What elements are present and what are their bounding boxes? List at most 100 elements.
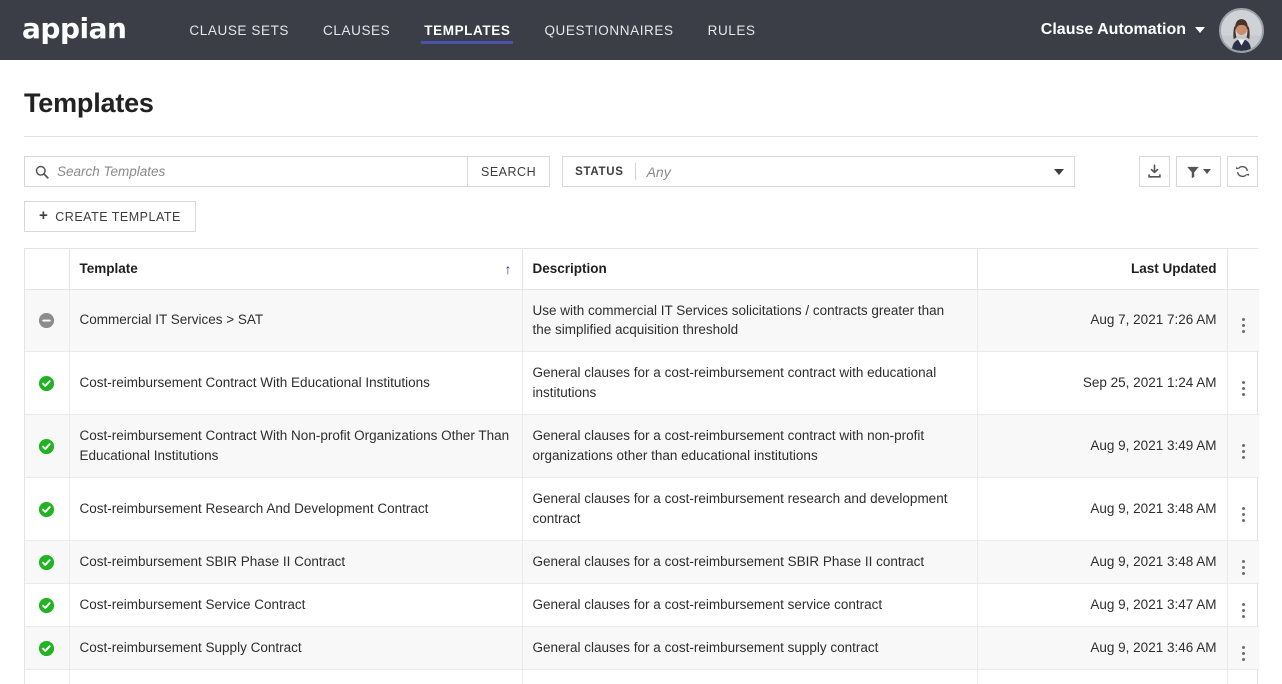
table-row[interactable]: Cost-reimbursement Supply Contract Genera… (25, 626, 1259, 671)
more-options-icon (1241, 603, 1245, 619)
nav-link-clauses[interactable]: CLAUSES (306, 0, 407, 60)
nav-link-questionnaires[interactable]: QUESTIONNAIRES (527, 0, 690, 60)
column-header-template[interactable]: Template ↑ (69, 249, 523, 290)
check-circle-icon (39, 502, 55, 518)
search-button[interactable]: SEARCH (467, 156, 551, 187)
check-circle-icon (39, 439, 55, 455)
row-last-updated: Aug 9, 2021 3:48 AM (977, 540, 1228, 585)
table-row[interactable]: Cost-reimbursement Contract With Non-pro… (25, 414, 1259, 479)
templates-table: Template ↑ Description Last Updated Comm… (25, 249, 1259, 684)
more-options-icon (1241, 560, 1245, 576)
row-template-name[interactable]: Cost-reimbursement Supply Contract (69, 626, 523, 671)
appian-logo[interactable]: appian (22, 15, 127, 43)
avatar[interactable] (1219, 7, 1264, 53)
row-last-updated: Aug 9, 2021 3:46 AM (977, 626, 1228, 671)
more-options-icon (1241, 646, 1245, 662)
top-navigation-bar: appian CLAUSE SETS CLAUSES TEMPLATES QUESTI… (0, 0, 1282, 60)
row-last-updated: Aug 9, 2021 3:48 AM (977, 477, 1228, 542)
row-actions-menu-button[interactable] (1227, 351, 1259, 416)
row-description: General clauses for a cost-reimbursement… (522, 626, 978, 671)
check-circle-icon (39, 555, 55, 571)
row-status-cell (25, 626, 70, 671)
templates-table-container: Template ↑ Description Last Updated Comm… (24, 248, 1259, 684)
row-status-cell (25, 669, 70, 684)
status-filter-separator (634, 163, 636, 180)
nav-link-templates[interactable]: TEMPLATES (407, 0, 527, 60)
row-actions-menu-button[interactable] (1227, 414, 1259, 479)
toolbar-icon-buttons (1139, 156, 1258, 187)
export-button[interactable] (1139, 156, 1170, 187)
table-row[interactable]: Cost-reimbursement Research And Developm… (25, 477, 1259, 542)
table-row[interactable]: Cost-reimbursement Service Contract Gener… (25, 583, 1259, 628)
check-circle-icon (39, 641, 55, 657)
table-row[interactable]: Cost-reimbursement SBIR Phase II Contrac… (25, 540, 1259, 585)
row-actions-menu-button[interactable] (1227, 289, 1259, 353)
row-last-updated: Aug 9, 2021 3:47 AM (977, 583, 1228, 628)
row-template-name[interactable]: Cost-reimbursement SBIR Phase II Contrac… (69, 540, 523, 585)
more-options-icon (1241, 381, 1245, 397)
avatar-photo-icon (1221, 9, 1262, 51)
table-header: Template ↑ Description Last Updated (25, 249, 1259, 290)
more-options-icon (1241, 444, 1245, 460)
row-description: General clauses for a cost-reimbursement… (522, 414, 978, 479)
title-divider (24, 136, 1258, 137)
search-box[interactable] (24, 156, 467, 187)
row-description: General clauses for a cost-reimbursement… (522, 477, 978, 542)
filter-icon (1187, 166, 1199, 178)
row-description: General clauses for a cost-reimbursement… (522, 583, 978, 628)
row-actions-menu-button[interactable] (1227, 583, 1259, 628)
status-filter-dropdown[interactable]: STATUS Any (562, 156, 1076, 187)
row-actions-menu-button[interactable] (1227, 540, 1259, 585)
table-row[interactable]: Fixed-price Construction ContractGeneral… (25, 669, 1259, 684)
row-last-updated: Aug 9, 2021 3:49 AM (977, 414, 1228, 479)
account-name: Clause Automation (1040, 21, 1186, 38)
row-template-name[interactable]: Cost-reimbursement Service Contract (69, 583, 523, 628)
search-input[interactable] (57, 164, 457, 179)
download-icon (1148, 164, 1161, 178)
row-status-cell (25, 289, 70, 353)
row-template-name[interactable]: Fixed-price Construction Contract (69, 669, 523, 684)
column-header-last-updated[interactable]: Last Updated (977, 249, 1228, 290)
chevron-down-icon (1195, 27, 1205, 33)
row-status-cell (25, 414, 70, 479)
column-header-template-label: Template (79, 261, 138, 277)
row-template-name[interactable]: Cost-reimbursement Contract With Educati… (69, 351, 523, 416)
table-row[interactable]: Cost-reimbursement Contract With Educati… (25, 351, 1259, 416)
filter-toolbar: SEARCH STATUS Any (24, 156, 1258, 187)
table-body: Commercial IT Services > SAT Use with com… (25, 289, 1259, 684)
minus-circle-icon (39, 313, 55, 329)
account-menu[interactable]: Clause Automation (1041, 21, 1205, 39)
filter-button[interactable] (1176, 156, 1221, 187)
table-row[interactable]: Commercial IT Services > SAT Use with com… (25, 289, 1259, 353)
row-status-cell (25, 583, 70, 628)
refresh-button[interactable] (1227, 156, 1258, 187)
more-options-icon (1241, 318, 1245, 334)
row-template-name[interactable]: Cost-reimbursement Research And Developm… (69, 477, 523, 542)
row-template-name[interactable]: Cost-reimbursement Contract With Non-pro… (69, 414, 523, 479)
search-icon (35, 165, 49, 179)
column-header-status (25, 249, 70, 290)
column-header-actions (1227, 249, 1259, 290)
row-status-cell (25, 540, 70, 585)
row-last-updated: Aug 9, 2021 3:46 AM (977, 669, 1228, 684)
row-actions-menu-button[interactable] (1227, 669, 1259, 684)
row-actions-menu-button[interactable] (1227, 477, 1259, 542)
row-actions-menu-button[interactable] (1227, 626, 1259, 671)
table-header-row: Template ↑ Description Last Updated (25, 249, 1259, 290)
create-template-button[interactable]: + CREATE TEMPLATE (24, 201, 196, 232)
row-template-name[interactable]: Commercial IT Services > SAT (69, 289, 523, 353)
create-row: + CREATE TEMPLATE (24, 201, 1258, 232)
status-filter-value: Any (646, 163, 671, 180)
page-title: Templates (24, 88, 154, 118)
row-status-cell (25, 477, 70, 542)
column-header-description[interactable]: Description (522, 249, 978, 290)
chevron-down-icon (1054, 168, 1065, 175)
search-group: SEARCH (24, 156, 551, 187)
nav-link-rules[interactable]: RULES (691, 0, 773, 60)
nav-link-clause-sets[interactable]: CLAUSE SETS (172, 0, 306, 60)
main-nav-links: CLAUSE SETS CLAUSES TEMPLATES QUESTIONNAIRE… (172, 0, 772, 60)
row-description: General clauses for a fixed-price constr… (522, 669, 978, 684)
check-circle-icon (39, 598, 55, 614)
row-description: General clauses for a cost-reimbursement… (522, 540, 978, 585)
refresh-icon (1235, 165, 1250, 178)
